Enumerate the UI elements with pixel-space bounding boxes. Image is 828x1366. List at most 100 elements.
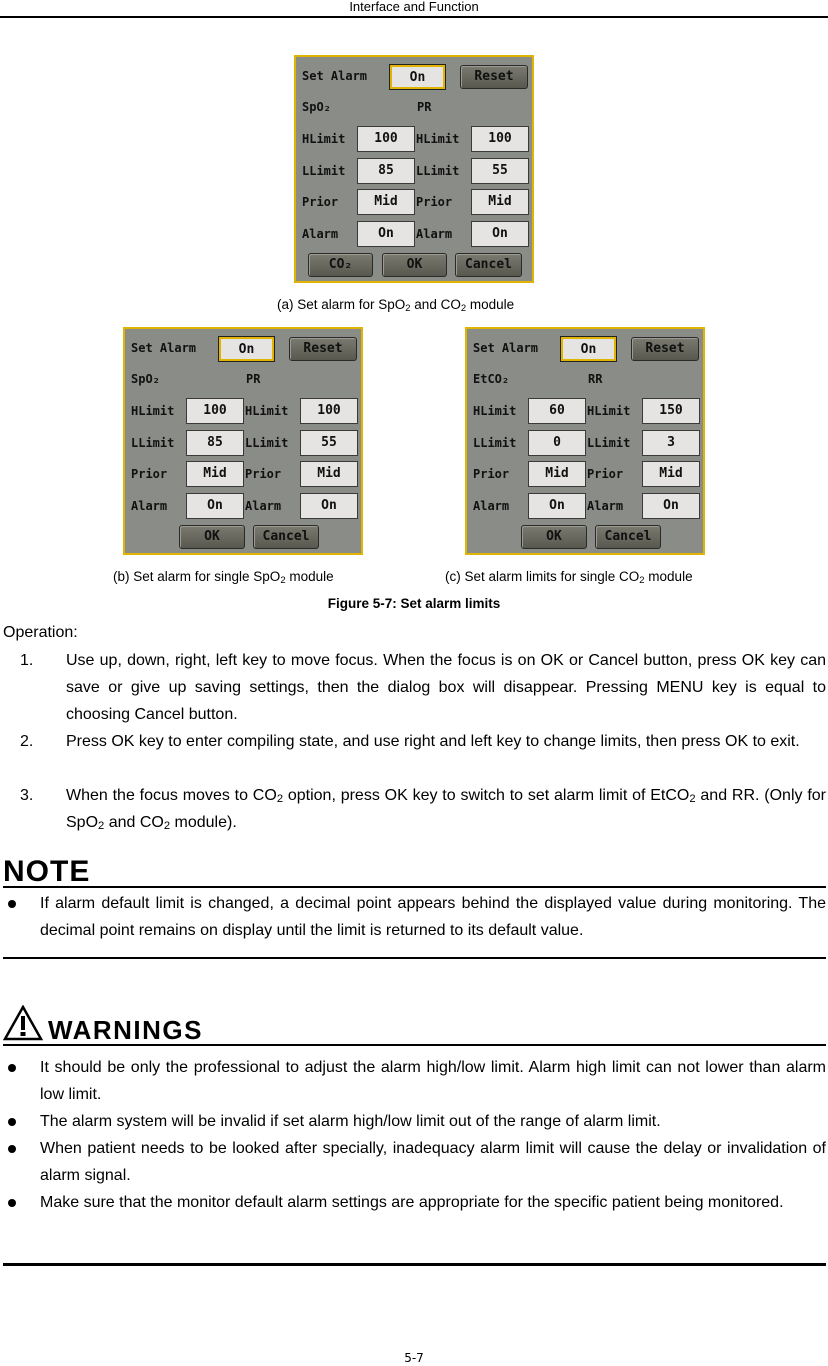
alarm-label: Alarm bbox=[473, 499, 510, 513]
llimit-label: LLimit bbox=[131, 436, 175, 450]
caption-c: (c) Set alarm limits for single CO2 modu… bbox=[445, 569, 693, 586]
alarm-label: Alarm bbox=[131, 499, 168, 513]
pr-hlimit-field[interactable]: 100 bbox=[471, 126, 529, 152]
spo2-llimit-field[interactable]: 85 bbox=[357, 158, 415, 184]
operation-step: 2. Press OK key to enter compiling state… bbox=[20, 733, 800, 750]
cancel-button[interactable]: Cancel bbox=[253, 525, 319, 549]
page-number: 5-7 bbox=[404, 1351, 424, 1365]
alarm-label: Alarm bbox=[416, 227, 453, 241]
etco2-alarm-field[interactable]: On bbox=[528, 493, 586, 519]
alarm-label: Alarm bbox=[302, 227, 339, 241]
note-title: NOTE bbox=[3, 855, 91, 888]
prior-label: Prior bbox=[131, 467, 168, 481]
hlimit-label: HLimit bbox=[587, 404, 631, 418]
warning-item: The alarm system will be invalid if set … bbox=[3, 1108, 826, 1135]
llimit-label: LLimit bbox=[416, 164, 460, 178]
right-param-label: PR bbox=[246, 372, 261, 386]
bullet-icon bbox=[8, 1118, 16, 1126]
reset-button[interactable]: Reset bbox=[631, 337, 699, 361]
left-param-label: EtCO₂ bbox=[473, 372, 510, 386]
ok-button[interactable]: OK bbox=[521, 525, 587, 549]
warnings-title: WARNINGS bbox=[48, 1015, 203, 1045]
pr-alarm-field[interactable]: On bbox=[471, 221, 529, 247]
llimit-label: LLimit bbox=[302, 164, 346, 178]
pr-llimit-field[interactable]: 55 bbox=[471, 158, 529, 184]
spo2-prior-field[interactable]: Mid bbox=[186, 461, 244, 487]
warning-triangle-icon bbox=[2, 1004, 44, 1041]
set-alarm-label: Set Alarm bbox=[473, 341, 539, 355]
ok-button[interactable]: OK bbox=[179, 525, 245, 549]
pr-llimit-field[interactable]: 55 bbox=[300, 430, 358, 456]
reset-button[interactable]: Reset bbox=[289, 337, 357, 361]
prior-label: Prior bbox=[302, 195, 339, 209]
header-rule bbox=[0, 16, 828, 18]
left-param-label: SpO₂ bbox=[302, 100, 331, 114]
set-alarm-toggle[interactable]: On bbox=[560, 336, 617, 362]
rr-alarm-field[interactable]: On bbox=[642, 493, 700, 519]
set-alarm-dialog-spo2-co2: Set Alarm On Reset SpO₂ PR HLimit 100 HL… bbox=[294, 55, 534, 283]
set-alarm-dialog-spo2: Set Alarm On Reset SpO₂ PR HLimit 100 HL… bbox=[123, 327, 363, 555]
hlimit-label: HLimit bbox=[131, 404, 175, 418]
right-param-label: PR bbox=[417, 100, 432, 114]
warning-item: Make sure that the monitor default alarm… bbox=[3, 1189, 826, 1243]
note-bottom-rule bbox=[3, 957, 826, 959]
co2-button[interactable]: CO₂ bbox=[308, 253, 373, 277]
bullet-icon bbox=[8, 1064, 16, 1072]
warnings-top-rule bbox=[3, 1044, 826, 1046]
rr-prior-field[interactable]: Mid bbox=[642, 461, 700, 487]
operation-step: 3. When the focus moves to CO2 option, p… bbox=[20, 787, 826, 832]
set-alarm-dialog-co2: Set Alarm On Reset EtCO₂ RR HLimit 60 HL… bbox=[465, 327, 705, 555]
alarm-label: Alarm bbox=[245, 499, 282, 513]
set-alarm-toggle[interactable]: On bbox=[218, 336, 275, 362]
figure-title: Figure 5-7: Set alarm limits bbox=[327, 596, 501, 611]
prior-label: Prior bbox=[587, 467, 624, 481]
operation-step: 1. Use up, down, right, left key to move… bbox=[20, 652, 826, 723]
alarm-label: Alarm bbox=[587, 499, 624, 513]
bullet-icon bbox=[8, 900, 16, 908]
llimit-label: LLimit bbox=[473, 436, 517, 450]
prior-label: Prior bbox=[245, 467, 282, 481]
cancel-button[interactable]: Cancel bbox=[595, 525, 661, 549]
hlimit-label: HLimit bbox=[302, 132, 346, 146]
cancel-button[interactable]: Cancel bbox=[455, 253, 522, 277]
llimit-label: LLimit bbox=[245, 436, 289, 450]
spo2-alarm-field[interactable]: On bbox=[357, 221, 415, 247]
hlimit-label: HLimit bbox=[416, 132, 460, 146]
etco2-llimit-field[interactable]: 0 bbox=[528, 430, 586, 456]
hlimit-label: HLimit bbox=[473, 404, 517, 418]
spo2-llimit-field[interactable]: 85 bbox=[186, 430, 244, 456]
etco2-prior-field[interactable]: Mid bbox=[528, 461, 586, 487]
operation-heading: Operation: bbox=[3, 624, 78, 641]
pr-alarm-field[interactable]: On bbox=[300, 493, 358, 519]
note-top-rule bbox=[3, 886, 826, 888]
page-header: Interface and Function bbox=[349, 0, 479, 14]
spo2-hlimit-field[interactable]: 100 bbox=[186, 398, 244, 424]
right-param-label: RR bbox=[588, 372, 603, 386]
ok-button[interactable]: OK bbox=[382, 253, 447, 277]
prior-label: Prior bbox=[416, 195, 453, 209]
note-item: If alarm default limit is changed, a dec… bbox=[3, 890, 826, 944]
etco2-hlimit-field[interactable]: 60 bbox=[528, 398, 586, 424]
rr-hlimit-field[interactable]: 150 bbox=[642, 398, 700, 424]
spo2-prior-field[interactable]: Mid bbox=[357, 189, 415, 215]
warning-item: When patient needs to be looked after sp… bbox=[3, 1135, 826, 1189]
caption-a: (a) Set alarm for SpO2 and CO2 module bbox=[277, 297, 515, 314]
warning-item: It should be only the professional to ad… bbox=[3, 1054, 826, 1108]
bullet-icon bbox=[8, 1199, 16, 1207]
warnings-bottom-rule bbox=[3, 1263, 826, 1266]
pr-prior-field[interactable]: Mid bbox=[300, 461, 358, 487]
spo2-hlimit-field[interactable]: 100 bbox=[357, 126, 415, 152]
left-param-label: SpO₂ bbox=[131, 372, 160, 386]
hlimit-label: HLimit bbox=[245, 404, 289, 418]
prior-label: Prior bbox=[473, 467, 510, 481]
reset-button[interactable]: Reset bbox=[460, 65, 528, 89]
pr-prior-field[interactable]: Mid bbox=[471, 189, 529, 215]
set-alarm-toggle[interactable]: On bbox=[389, 64, 446, 90]
rr-llimit-field[interactable]: 3 bbox=[642, 430, 700, 456]
caption-b: (b) Set alarm for single SpO2 module bbox=[113, 569, 334, 586]
pr-hlimit-field[interactable]: 100 bbox=[300, 398, 358, 424]
bullet-icon bbox=[8, 1145, 16, 1153]
llimit-label: LLimit bbox=[587, 436, 631, 450]
spo2-alarm-field[interactable]: On bbox=[186, 493, 244, 519]
set-alarm-label: Set Alarm bbox=[302, 69, 368, 83]
